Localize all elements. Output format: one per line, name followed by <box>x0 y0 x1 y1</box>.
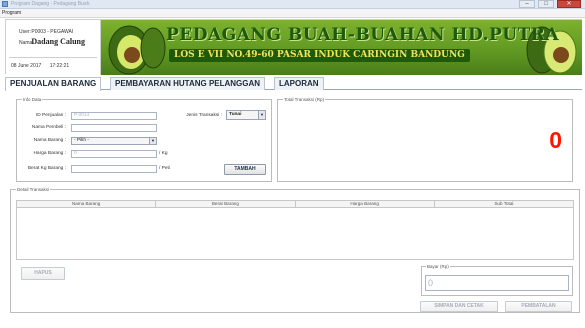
shop-address: LOS E VII NO.49-60 PASAR INDUK CARINGIN … <box>169 49 470 62</box>
window-controls: – □ ✕ <box>519 0 581 8</box>
total-value: 0 <box>549 127 562 153</box>
nama-label: Nama <box>19 40 33 46</box>
col-harga-barang[interactable]: Harga Barang <box>296 201 435 207</box>
bayar-panel: Bayar (Rp) 0 <box>421 264 573 296</box>
tab-bar: PENJUALAN BARANG PEMBAYARAN HUTANG PELAN… <box>5 77 582 91</box>
maximize-button[interactable]: □ <box>538 0 554 8</box>
id-penjualan-field[interactable]: P 0014 <box>71 112 157 120</box>
user-label: User: <box>19 29 31 35</box>
col-berat-barang[interactable]: Berat Barang <box>156 201 296 207</box>
nama-pembeli-label: Nama Pembeli : <box>31 125 66 130</box>
app-icon <box>2 1 8 7</box>
shop-banner: PEDAGANG BUAH-BUAHAN HD.PUTRA LOS E VII … <box>101 20 582 75</box>
total-transaksi-legend: Total Transaksi (Rp) <box>283 97 326 102</box>
chevron-down-icon: ▼ <box>149 138 156 144</box>
date-value: 08 June 2017 <box>11 63 42 69</box>
info-data-legend: Info Data <box>22 97 43 102</box>
harga-unit: / Kg <box>159 151 168 156</box>
detail-transaksi-legend: Detail Transaksi <box>16 187 51 192</box>
menu-program[interactable]: Program <box>2 10 21 16</box>
divider <box>9 57 97 58</box>
jenis-transaksi-selected: Tunai <box>229 112 242 117</box>
berat-barang-field[interactable] <box>71 165 157 173</box>
nama-pembeli-field[interactable] <box>71 124 157 132</box>
user-name: Dadang Calung <box>31 37 85 46</box>
tab-pembayaran-hutang[interactable]: PEMBAYARAN HUTANG PELANGGAN <box>110 77 266 90</box>
title-bar: Program Dagang - Pedagang Buah – □ ✕ <box>0 0 585 9</box>
detail-table-header: Nama Barang Berat Barang Harga Barang Su… <box>16 200 574 208</box>
nama-barang-select[interactable]: - Pilih - ▼ <box>71 137 157 145</box>
harga-barang-field[interactable]: 0 <box>71 150 157 158</box>
datetime-row: 08 June 2017 17:22:21 <box>11 63 69 69</box>
avocado-icon <box>108 25 166 75</box>
simpan-dan-cetak-button[interactable]: SIMPAN DAN CETAK <box>420 301 498 312</box>
col-nama-barang[interactable]: Nama Barang <box>17 201 157 207</box>
pembatalan-button[interactable]: PEMBATALAN <box>505 301 572 312</box>
name-row: Nama Dadang Calung <box>19 37 85 46</box>
close-button[interactable]: ✕ <box>557 0 581 8</box>
user-info: User: P0003 - PEGAWAI Nama Dadang Calung… <box>6 20 101 75</box>
bayar-field[interactable]: 0 <box>425 275 569 291</box>
jenis-transaksi-label: Jenis Transaksi : <box>186 113 222 118</box>
detail-table-body[interactable] <box>16 208 574 260</box>
shop-name: PEDAGANG BUAH-BUAHAN HD.PUTRA <box>166 25 560 45</box>
tab-laporan[interactable]: LAPORAN <box>274 77 324 90</box>
col-sub-total[interactable]: Sub Total <box>435 201 573 207</box>
berat-unit: / Peti <box>159 166 170 171</box>
header-area: User: P0003 - PEGAWAI Nama Dadang Calung… <box>5 19 582 75</box>
minimize-button[interactable]: – <box>519 0 535 8</box>
total-transaksi-panel: Total Transaksi (Rp) 0 <box>277 97 573 182</box>
jenis-transaksi-select[interactable]: Tunai ▼ <box>226 110 266 120</box>
time-value: 17:22:21 <box>49 63 70 69</box>
user-value: P0003 - PEGAWAI <box>31 29 74 35</box>
nama-barang-selected: - Pilih - <box>74 138 89 143</box>
bayar-legend: Bayar (Rp) <box>426 264 450 269</box>
tambah-button[interactable]: TAMBAH <box>224 164 266 175</box>
harga-barang-label: Harga Barang : <box>33 151 66 156</box>
chevron-down-icon: ▼ <box>258 111 265 119</box>
menu-bar: Program <box>0 9 585 18</box>
user-row: User: P0003 - PEGAWAI <box>19 29 73 35</box>
window-title: Program Dagang - Pedagang Buah <box>11 1 90 7</box>
berat-barang-label: Berat Kg Barang : <box>27 166 66 171</box>
hapus-button[interactable]: HAPUS <box>21 267 65 280</box>
nama-barang-label: Nama Barang : <box>33 138 66 143</box>
id-penjualan-label: ID Penjualan : <box>35 113 66 118</box>
tab-penjualan-barang[interactable]: PENJUALAN BARANG <box>5 77 102 91</box>
